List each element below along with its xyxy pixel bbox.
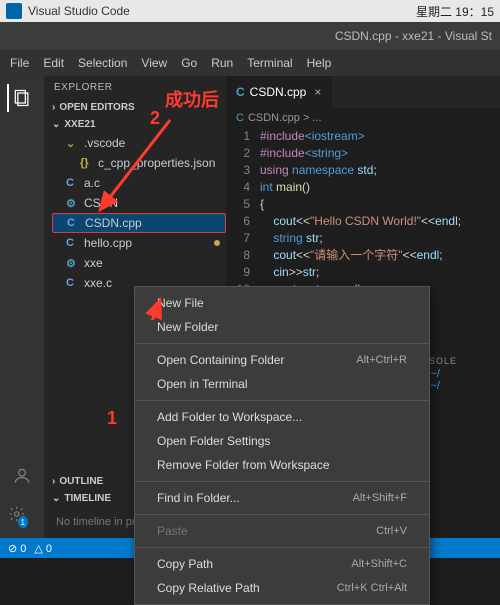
os-clock: 星期二 19：15 (416, 3, 494, 20)
status-errors[interactable]: ⊘ 0 (8, 542, 26, 555)
ctx-add-folder-to-workspace-[interactable]: Add Folder to Workspace... (135, 405, 429, 429)
vscode-icon (6, 3, 22, 19)
window-title: CSDN.cpp - xxe21 - Visual St (335, 29, 492, 43)
explorer-title: EXPLORER (44, 76, 226, 99)
os-titlebar: Visual Studio Code 星期二 19：15 (0, 0, 500, 22)
ctx-find-in-folder-[interactable]: Find in Folder...Alt+Shift+F (135, 486, 429, 510)
tree-file-xxe-bin[interactable]: ⚙xxe (52, 253, 226, 273)
tree-file-hello-cpp[interactable]: Chello.cpp (52, 233, 226, 253)
editor-tabs: C CSDN.cpp × (226, 76, 500, 108)
ctx-open-folder-settings[interactable]: Open Folder Settings (135, 429, 429, 453)
file-tree: ⌄.vscode {}c_cpp_properties.json Ca.c ⚙C… (44, 133, 226, 293)
tree-file-csdn-cpp[interactable]: CCSDN.cpp (52, 213, 226, 233)
accounts-icon[interactable] (8, 462, 36, 490)
tree-file-csdn-bin[interactable]: ⚙CSDN (52, 193, 226, 213)
ctx-new-file[interactable]: New File (135, 291, 429, 315)
app-name: Visual Studio Code (28, 4, 130, 18)
menu-selection[interactable]: Selection (78, 56, 127, 70)
ctx-open-in-terminal[interactable]: Open in Terminal (135, 372, 429, 396)
project-header[interactable]: ⌄XXE21 (44, 116, 226, 133)
tree-file-properties[interactable]: {}c_cpp_properties.json (52, 153, 226, 173)
settings-badge: 1 (18, 516, 29, 528)
menu-view[interactable]: View (141, 56, 167, 70)
cpp-icon: C (236, 85, 245, 99)
menu-help[interactable]: Help (307, 56, 332, 70)
settings-icon[interactable]: 1 (8, 500, 36, 528)
tab-csdn-cpp[interactable]: C CSDN.cpp × (226, 76, 332, 108)
menu-file[interactable]: File (10, 56, 29, 70)
breadcrumb[interactable]: C CSDN.cpp > ... (226, 108, 500, 128)
menu-go[interactable]: Go (181, 56, 197, 70)
status-warnings[interactable]: △ 0 (34, 542, 52, 555)
ctx-remove-folder-from-workspace[interactable]: Remove Folder from Workspace (135, 453, 429, 477)
ctx-copy-path[interactable]: Copy PathAlt+Shift+C (135, 552, 429, 576)
menu-terminal[interactable]: Terminal (247, 56, 292, 70)
menubar[interactable]: File Edit Selection View Go Run Terminal… (0, 50, 500, 76)
context-menu: New FileNew Folder Open Containing Folder… (134, 286, 430, 605)
explorer-icon[interactable] (7, 84, 35, 112)
menu-edit[interactable]: Edit (43, 56, 64, 70)
ctx-copy-relative-path[interactable]: Copy Relative PathCtrl+K Ctrl+Alt (135, 576, 429, 600)
ctx-open-containing-folder[interactable]: Open Containing FolderAlt+Ctrl+R (135, 348, 429, 372)
ctx-new-folder[interactable]: New Folder (135, 315, 429, 339)
menu-run[interactable]: Run (211, 56, 233, 70)
ctx-paste: PasteCtrl+V (135, 519, 429, 543)
close-icon[interactable]: × (314, 85, 321, 99)
window-titlebar: CSDN.cpp - xxe21 - Visual St (0, 22, 500, 50)
open-editors-header[interactable]: ›OPEN EDITORS (44, 99, 226, 116)
activity-bar: 1 (0, 76, 44, 538)
tree-folder-vscode[interactable]: ⌄.vscode (52, 133, 226, 153)
cpp-icon: C (236, 112, 244, 124)
tree-file-a-c[interactable]: Ca.c (52, 173, 226, 193)
